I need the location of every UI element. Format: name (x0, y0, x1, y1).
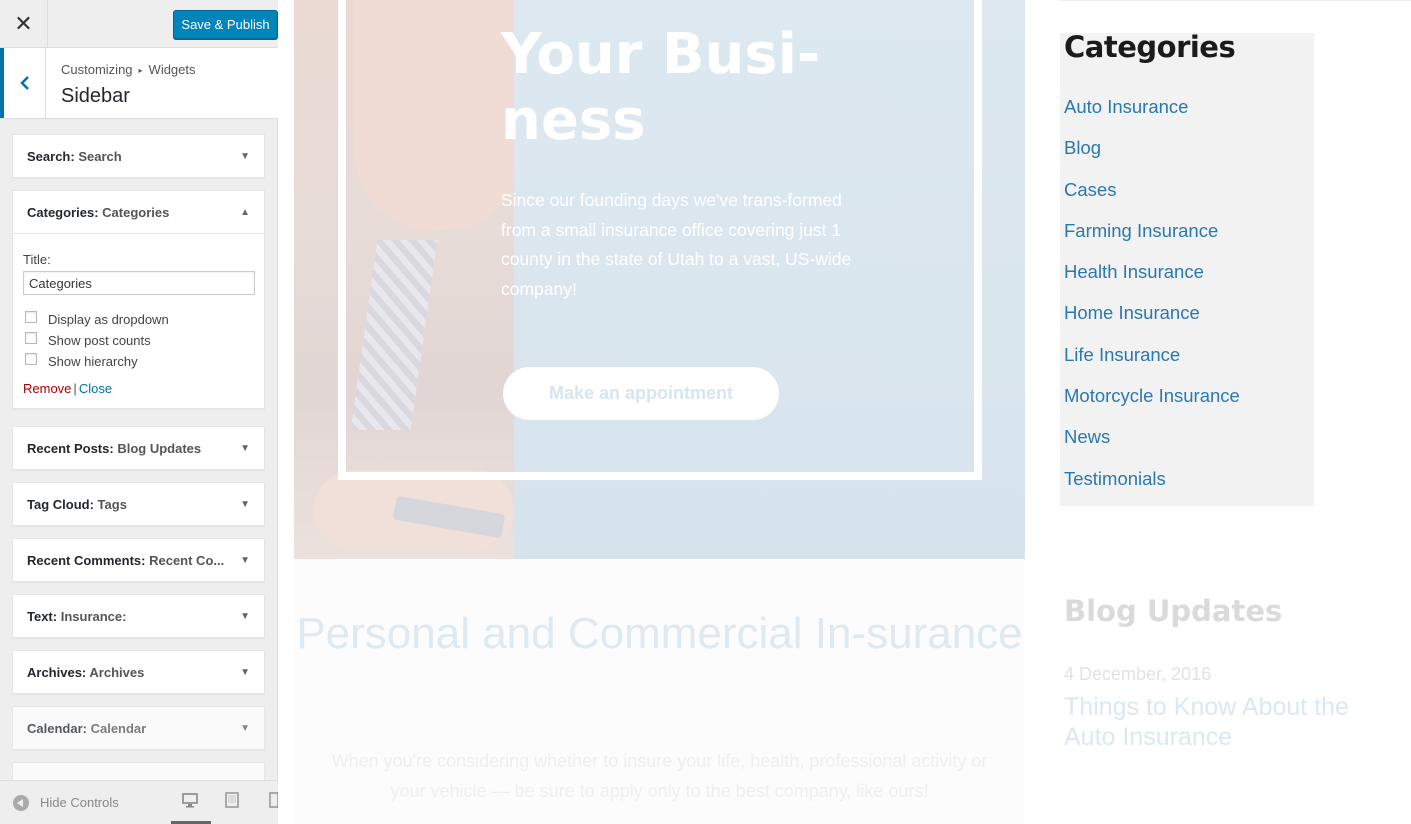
hero-description: Since our founding days we've trans-form… (501, 190, 852, 299)
post-link[interactable]: Things to Know About the Auto Insurance (1064, 692, 1404, 752)
widget-type: Text (27, 608, 53, 624)
widget-header[interactable]: Calendar: Calendar ▼ (13, 707, 264, 749)
section-title: Sidebar (61, 85, 130, 107)
separator: | (73, 381, 77, 396)
title-field[interactable] (23, 271, 255, 295)
category-link[interactable]: Motorcycle Insurance (1064, 385, 1240, 426)
widget-recent-comments[interactable]: Recent Comments: Recent Co... ▼ (12, 538, 265, 582)
collapse-arrow-icon[interactable]: ▲ (240, 207, 250, 218)
widget-header[interactable]: Recent Posts: Blog Updates ▼ (13, 427, 264, 469)
option-show-hierarchy[interactable]: Show hierarchy (25, 351, 254, 372)
category-link[interactable]: Health Insurance (1064, 261, 1240, 302)
widget-header[interactable]: Text: Insurance: ▼ (13, 595, 264, 637)
widget-calendar[interactable]: Calendar: Calendar ▼ (12, 706, 265, 750)
widget-title: Calendar (90, 720, 147, 736)
widget-search[interactable]: Search: Search ▼ (12, 134, 265, 178)
widget-tag-cloud[interactable]: Tag Cloud: Tags ▼ (12, 482, 265, 526)
widget-type: Recent Posts (27, 440, 110, 456)
hero-title: Your Busi-ness (501, 22, 821, 153)
category-link[interactable]: Farming Insurance (1064, 220, 1240, 261)
close-customizer-button[interactable]: ✕ (0, 0, 48, 48)
option-display-dropdown[interactable]: Display as dropdown (25, 309, 254, 330)
post-date: 4 December, 2016 (1064, 664, 1212, 684)
chevron-left-icon (19, 76, 29, 90)
option-label: Display as dropdown (48, 312, 169, 327)
hide-controls-label: Hide Controls (40, 795, 119, 810)
widget-text[interactable]: Text: Insurance: ▼ (12, 594, 265, 638)
widget-recent-posts[interactable]: Recent Posts: Blog Updates ▼ (12, 426, 265, 470)
checkbox[interactable] (25, 331, 37, 344)
breadcrumb-separator: ▸ (138, 66, 143, 75)
categories-heading: Categories (1064, 30, 1236, 64)
tablet-preview-icon[interactable] (224, 792, 240, 808)
widget-list: Search: Search ▼ Categories: Categories … (0, 119, 278, 780)
widget-title: Tags (97, 496, 127, 512)
widget-archives[interactable]: Archives: Archives ▼ (12, 650, 265, 694)
checkbox[interactable] (25, 310, 37, 323)
customizer-panel: ✕ Save & Publish Customizing ▸ Widgets Sid… (0, 0, 279, 824)
close-icon: ✕ (14, 11, 33, 37)
widget-actions: Remove | Close (23, 381, 254, 396)
category-link[interactable]: Auto Insurance (1064, 96, 1240, 137)
category-link[interactable]: Life Insurance (1064, 344, 1240, 385)
widget-header[interactable]: Recent Comments: Recent Co... ▼ (13, 539, 264, 581)
desktop-preview-icon[interactable] (182, 792, 198, 808)
category-link[interactable]: Testimonials (1064, 468, 1240, 509)
option-label: Show hierarchy (48, 354, 138, 369)
widget-header[interactable]: Categories: Categories ▲ (13, 191, 264, 233)
category-link[interactable]: News (1064, 426, 1240, 467)
widget-header[interactable]: Tag Cloud: Tags ▼ (13, 483, 264, 525)
checkbox[interactable] (25, 352, 37, 365)
remove-link[interactable]: Remove (23, 381, 71, 396)
widget-title: Archives (89, 664, 145, 680)
expand-arrow-icon[interactable]: ▼ (240, 611, 250, 622)
widget-type: Categories (27, 204, 95, 220)
option-label: Show post counts (48, 333, 151, 348)
category-link[interactable]: Home Insurance (1064, 302, 1240, 343)
expand-arrow-icon[interactable]: ▼ (240, 555, 250, 566)
widget-header[interactable]: Search: Search ▼ (13, 135, 264, 177)
blog-updates-heading: Blog Updates (1064, 594, 1283, 628)
section-header: Customizing ▸ Widgets Sidebar (0, 48, 278, 119)
widget-type: Calendar (27, 720, 83, 736)
collapse-icon (13, 794, 29, 811)
widget-header[interactable]: Archives: Archives ▼ (13, 651, 264, 693)
category-link[interactable]: Blog (1064, 137, 1240, 178)
widget-type: Recent Comments (27, 552, 142, 568)
option-show-post-counts[interactable]: Show post counts (25, 330, 254, 351)
expand-arrow-icon[interactable]: ▼ (240, 151, 250, 162)
widget-title: Blog Updates (117, 440, 202, 456)
close-link[interactable]: Close (79, 381, 112, 396)
widget-title: Insurance: (60, 608, 127, 624)
make-appointment-button[interactable]: Make an appointment (503, 367, 779, 420)
save-publish-button[interactable]: Save & Publish (173, 10, 278, 39)
back-button[interactable] (0, 48, 46, 118)
widget-next[interactable] (12, 762, 265, 780)
expand-arrow-icon[interactable]: ▼ (240, 499, 250, 510)
widget-form: Title: Display as dropdown Show post cou… (13, 233, 264, 408)
category-link[interactable]: Cases (1064, 179, 1240, 220)
breadcrumb: Customizing ▸ Widgets (61, 62, 196, 77)
categories-list: Auto Insurance Blog Cases Farming Insura… (1064, 96, 1240, 509)
section-text: When you're considering whether to insur… (331, 751, 988, 801)
expand-arrow-icon[interactable]: ▼ (240, 443, 250, 454)
section-heading: Personal and Commercial In-surance (296, 609, 1023, 658)
expand-arrow-icon[interactable]: ▼ (240, 667, 250, 678)
expand-arrow-icon[interactable]: ▼ (240, 723, 250, 734)
widget-title: Categories (102, 204, 170, 220)
title-label: Title: (23, 252, 51, 267)
widget-categories[interactable]: Categories: Categories ▲ Title: Display … (12, 190, 265, 409)
widget-type: Archives (27, 664, 82, 680)
widget-title: Search (78, 148, 122, 164)
breadcrumb-item: Widgets (148, 62, 196, 77)
hide-controls-button[interactable]: Hide Controls (13, 794, 119, 811)
customizer-header: ✕ Save & Publish (0, 0, 278, 48)
widget-type: Tag Cloud (27, 496, 90, 512)
widget-type: Search (27, 148, 71, 164)
breadcrumb-item: Customizing (61, 62, 133, 77)
divider (1060, 0, 1411, 1)
widget-title: Recent Co... (149, 552, 225, 568)
